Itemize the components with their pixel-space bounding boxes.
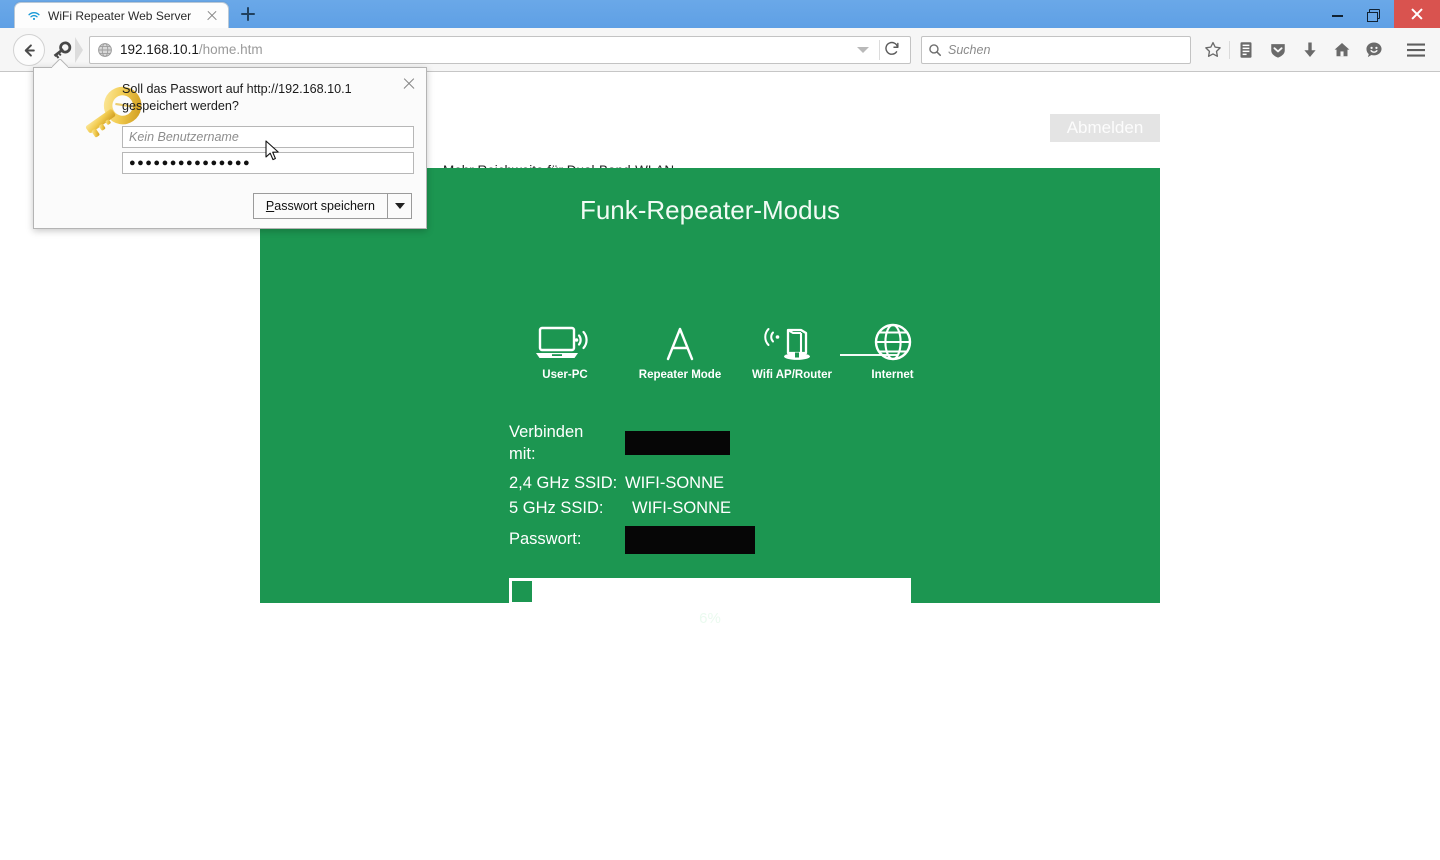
dialog-message-line2: gespeichert werden?: [122, 99, 239, 113]
info-label-line2: mit:: [509, 445, 536, 464]
info-label-line1: Verbinden: [509, 423, 584, 441]
close-window-button[interactable]: [1394, 0, 1440, 28]
dialog-actions: Passwort speichern: [252, 193, 412, 219]
save-password-dialog: Soll das Passwort auf http://192.168.10.…: [33, 67, 427, 229]
globe-icon: [98, 42, 112, 57]
accesskey-letter: P: [265, 199, 275, 213]
mouse-cursor: [265, 140, 279, 161]
url-path: /home.htm: [198, 42, 263, 57]
url-text: 192.168.10.1/home.htm: [120, 42, 263, 57]
info-value: WIFI-SONNE: [625, 473, 724, 492]
diagram-node-user-pc: User-PC: [510, 323, 620, 381]
reload-icon: [885, 41, 899, 55]
username-placeholder: Kein Benutzername: [129, 130, 239, 144]
save-password-button[interactable]: Passwort speichern: [252, 193, 388, 219]
back-arrow-icon: [24, 43, 35, 57]
info-row-connect: Verbinden mit:: [509, 421, 755, 466]
url-bar[interactable]: 192.168.10.1/home.htm: [89, 35, 911, 64]
router-wifi-icon: [732, 323, 852, 363]
close-tab-icon[interactable]: [204, 8, 220, 24]
progress-section: 6%: [509, 578, 911, 627]
save-password-dropdown-button[interactable]: [388, 193, 412, 219]
progress-bar-fill: [510, 579, 534, 604]
info-row-password: Passwort:: [509, 525, 755, 554]
history-dropdown-icon[interactable]: [857, 46, 869, 53]
diagram-label: Repeater Mode: [638, 369, 722, 381]
search-bar[interactable]: Suchen: [921, 35, 1191, 64]
dialog-message: Soll das Passwort auf http://192.168.10.…: [122, 81, 372, 115]
info-label: 5 GHz SSID:: [509, 499, 604, 518]
url-bar-actions: [857, 38, 906, 62]
progress-label: 6%: [699, 610, 721, 627]
laptop-wifi-icon: [510, 323, 620, 363]
url-host: 192.168.10.1: [120, 42, 199, 57]
info-label: Verbinden mit:: [509, 421, 625, 466]
repeater-status-panel: Funk-Repeater-Modus User-PC Repeater Mod…: [260, 168, 1160, 627]
save-password-label: Passwort speichern: [266, 199, 375, 213]
globe-icon: [840, 323, 945, 363]
title-bar: WiFi Repeater Web Server: [0, 0, 1440, 28]
connection-info: Verbinden mit: 2,4 GHz SSID: WIFI-SONNE …: [509, 421, 755, 563]
maximize-button[interactable]: [1356, 0, 1394, 28]
info-row-ssid-5: 5 GHz SSID: WIFI-SONNE: [509, 500, 755, 517]
dialog-message-line1: Soll das Passwort auf http://192.168.10.…: [122, 82, 352, 96]
toolbar-icons: [1197, 35, 1432, 65]
connection-diagram: User-PC Repeater Mode Wifi AP/Router Int…: [510, 323, 914, 393]
divider: [879, 39, 880, 60]
search-input[interactable]: Suchen: [948, 43, 990, 57]
redacted-password-value: [625, 525, 755, 554]
progress-bar: [509, 578, 911, 605]
tab-strip: WiFi Repeater Web Server: [0, 0, 261, 28]
bookmark-star-icon[interactable]: [1197, 35, 1229, 65]
diagram-node-repeater-mode: Repeater Mode: [620, 323, 740, 381]
info-row-ssid-24: 2,4 GHz SSID: WIFI-SONNE: [509, 475, 755, 492]
feedback-smiley-icon[interactable]: [1358, 35, 1390, 65]
chevron-down-icon: [394, 203, 405, 209]
browser-tab[interactable]: WiFi Repeater Web Server: [14, 2, 230, 28]
diagram-label: Internet: [871, 369, 914, 381]
dialog-pointer: [52, 59, 68, 68]
back-button[interactable]: [13, 33, 45, 66]
hamburger-menu-icon[interactable]: [1400, 35, 1432, 65]
diagram-node-internet: Internet: [840, 323, 945, 381]
home-icon[interactable]: [1326, 35, 1358, 65]
wifi-icon: [28, 11, 40, 20]
downloads-arrow-icon[interactable]: [1294, 35, 1326, 65]
key-icon: [53, 40, 72, 59]
save-password-label-tail: asswort speichern: [274, 199, 375, 213]
logout-button[interactable]: Abmelden: [1050, 114, 1160, 142]
window-controls: [1318, 0, 1440, 28]
pocket-shield-icon[interactable]: [1262, 35, 1294, 65]
tab-title: WiFi Repeater Web Server: [48, 8, 192, 23]
library-icon[interactable]: [1230, 35, 1262, 65]
diagram-connection-line: [840, 354, 898, 356]
info-value: WIFI-SONNE: [632, 499, 731, 518]
diagram-node-wifi-ap-router: Wifi AP/Router: [732, 323, 852, 381]
password-masked-value: ●●●●●●●●●●●●●●●: [129, 157, 252, 169]
redacted-connect-value: [625, 431, 730, 456]
antenna-a-icon: [620, 323, 740, 363]
new-tab-button[interactable]: [235, 1, 261, 27]
diagram-label: Wifi AP/Router: [752, 369, 832, 381]
diagram-label: User-PC: [542, 369, 588, 381]
reload-button[interactable]: [882, 38, 906, 62]
close-icon[interactable]: [400, 75, 418, 93]
info-label: Passwort:: [509, 530, 582, 549]
navigation-toolbar: 192.168.10.1/home.htm Suchen: [0, 28, 1440, 72]
info-label: 2,4 GHz SSID:: [509, 473, 618, 492]
search-icon: [929, 43, 942, 56]
browser-window: WiFi Repeater Web Server 192.168.10.1/ho…: [0, 0, 1440, 860]
minimize-button[interactable]: [1318, 0, 1356, 28]
